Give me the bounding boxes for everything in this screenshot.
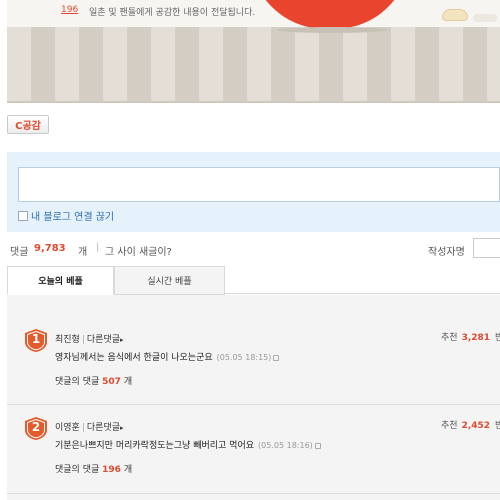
- reply-count: 196: [102, 465, 121, 475]
- banner-divider: [7, 101, 500, 103]
- blog-toggle[interactable]: 내 블로그 연결 끊기: [18, 208, 114, 223]
- count-separator: |: [96, 242, 100, 253]
- author-line: 최진형 | 다른댓글▸: [55, 332, 124, 345]
- empathy-count-link[interactable]: 196: [61, 5, 78, 15]
- comment-divider: [7, 493, 500, 494]
- recommend-count: 추천 2,452 반: [441, 418, 500, 431]
- reply-link[interactable]: 댓글의 댓글 507 개: [55, 374, 132, 387]
- rank-number: 1: [31, 332, 41, 346]
- tab-today-best[interactable]: 오늘의 베플: [7, 266, 114, 295]
- oppose-label[interactable]: 반: [495, 333, 500, 343]
- recommend-count: 추천 3,281 반: [441, 330, 500, 343]
- comment-count-unit: 개: [78, 247, 88, 258]
- new-comments-link[interactable]: 그 사이 새글이?: [105, 243, 172, 258]
- arrow-right-icon: ▸: [120, 336, 124, 344]
- comment-text: 영자님께서는 음식에서 한글이 나오는군요 (05.05 18:15): [55, 350, 280, 363]
- recommend-value[interactable]: 3,281: [462, 333, 490, 343]
- comment-input[interactable]: [18, 167, 500, 202]
- reply-label: 댓글의 댓글: [55, 465, 100, 475]
- blog-toggle-checkbox[interactable]: [18, 210, 28, 221]
- comment-body: 영자님께서는 음식에서 한글이 나오는군요: [55, 353, 213, 363]
- reply-count: 507: [102, 377, 121, 387]
- egg-illustration: [442, 9, 468, 21]
- comment-count-label: 댓글: [10, 247, 29, 258]
- rank-number: 2: [31, 420, 41, 434]
- recommend-label: 추천: [441, 421, 458, 431]
- comment-write-area: 내 블로그 연결 끊기: [7, 152, 500, 232]
- plate-illustration: [473, 14, 497, 22]
- blog-toggle-label[interactable]: 내 블로그 연결 끊기: [31, 208, 114, 223]
- author-search-label: 작성자명: [428, 247, 465, 258]
- comment-time: (05.05 18:16): [258, 441, 313, 450]
- arrow-right-icon: ▸: [120, 424, 124, 432]
- author-name[interactable]: 이영훈: [55, 423, 80, 433]
- tab-realtime-best[interactable]: 실시간 베플: [114, 266, 225, 295]
- author-separator: |: [81, 423, 85, 433]
- author-separator: |: [81, 335, 85, 345]
- comment-divider: [7, 404, 500, 405]
- empathy-message: 일촌 및 팬들에게 공감한 내용이 전달됩니다.: [89, 8, 256, 18]
- list-item: 2 이영훈 | 다른댓글▸ 추천 2,452 반 기분은나쁘지만 머리카락정도는그냥 빼…: [7, 416, 500, 500]
- recommend-value[interactable]: 2,452: [462, 421, 490, 431]
- report-icon[interactable]: [314, 442, 321, 449]
- recommend-label: 추천: [441, 333, 458, 343]
- empathy-row: C공감: [7, 114, 49, 134]
- bowl-shadow: [277, 27, 387, 33]
- comment-count-row: 댓글 9,783 개 | 그 사이 새글이? 작성자명: [10, 238, 500, 258]
- author-line: 이영훈 | 다른댓글▸: [55, 420, 124, 433]
- best-comment-tabs: 오늘의 베플 실시간 베플: [7, 266, 500, 295]
- author-name[interactable]: 최진형: [55, 335, 80, 345]
- comment-time: (05.05 18:15): [216, 353, 272, 362]
- empathy-button[interactable]: C공감: [7, 114, 49, 134]
- comment-text: 기분은나쁘지만 머리카락정도는그냥 빼버리고 먹어요 (05.05 18:16): [55, 438, 321, 451]
- report-icon[interactable]: [273, 354, 280, 361]
- other-comments-link[interactable]: 다른댓글: [87, 423, 120, 433]
- reply-unit: 개: [123, 465, 133, 475]
- comment-body: 기분은나쁘지만 머리카락정도는그냥 빼버리고 먹어요: [55, 441, 255, 451]
- oppose-label[interactable]: 반: [495, 421, 500, 431]
- author-search-input[interactable]: [473, 238, 500, 258]
- comment-count-value: 9,783: [34, 243, 66, 254]
- other-comments-link[interactable]: 다른댓글: [87, 335, 120, 345]
- reply-unit: 개: [123, 377, 133, 387]
- reply-label: 댓글의 댓글: [55, 377, 100, 387]
- reply-link[interactable]: 댓글의 댓글 196 개: [55, 462, 132, 475]
